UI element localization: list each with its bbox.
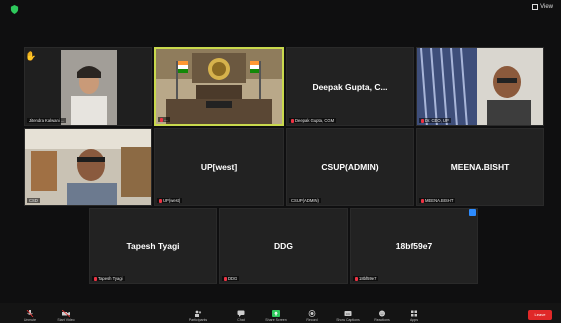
participant-name: UP[west] <box>200 162 238 172</box>
participant-caption: CSUP(ADMIN) <box>289 198 321 203</box>
video-camera-icon <box>62 310 70 317</box>
unmute-button[interactable]: Unmute <box>16 310 44 322</box>
grid-icon <box>532 4 539 10</box>
shield-icon <box>10 5 19 14</box>
reactions-icon <box>379 310 385 317</box>
participant-video <box>417 48 543 125</box>
participant-name: Tapesh Tyagi <box>126 241 180 251</box>
participant-tile-active-speaker[interactable]: ... <box>154 47 284 126</box>
participant-tile[interactable]: 18bf59e7 18bf59e7 <box>350 208 478 284</box>
participant-video <box>25 48 151 125</box>
participant-caption: CSD <box>27 198 40 203</box>
view-button[interactable]: View <box>532 4 553 10</box>
leave-button[interactable]: Leave <box>528 310 552 320</box>
participant-name: 18bf59e7 <box>395 241 433 251</box>
apps-button[interactable]: Apps <box>400 310 428 322</box>
share-screen-button[interactable]: Share Screen <box>262 310 290 322</box>
muted-mic-icon <box>291 118 294 123</box>
participant-caption: DDG <box>222 276 240 281</box>
participant-caption: 18bf59e7 <box>353 276 379 281</box>
muted-mic-icon <box>355 276 358 281</box>
participant-caption: MEENA.BISHT <box>419 198 456 203</box>
participant-video <box>25 129 151 205</box>
participant-tile[interactable]: Dr. CEO, UP <box>416 47 544 126</box>
muted-mic-icon <box>159 198 162 203</box>
reactions-button[interactable]: Reactions <box>368 310 396 322</box>
participants-button[interactable]: Participants <box>184 310 212 322</box>
participant-tile[interactable]: CSD <box>24 128 152 206</box>
participant-tile[interactable]: Tapesh Tyagi Tapesh Tyagi <box>89 208 217 284</box>
participant-caption: Tapesh Tyagi <box>92 276 125 281</box>
participant-tile[interactable]: CSUP(ADMIN) CSUP(ADMIN) <box>286 128 414 206</box>
record-icon <box>308 310 316 317</box>
participant-tile[interactable]: UP[west] UP(west) <box>154 128 284 206</box>
muted-mic-icon <box>94 276 97 281</box>
participant-name: MEENA.BISHT <box>450 162 510 172</box>
microphone-icon <box>26 310 34 317</box>
participant-video <box>156 49 282 124</box>
chat-button[interactable]: Chat <box>227 310 255 322</box>
participant-name: DDG <box>274 241 293 251</box>
muted-mic-icon <box>421 118 424 123</box>
participant-name: Deepak Gupta, C... <box>312 81 388 92</box>
participant-caption: Deepak Gupta, CGM <box>289 118 337 123</box>
meeting-window: View Jitendra Kalwani ... ✋ ... Deepak G… <box>0 0 561 323</box>
participant-caption: Dr. CEO, UP <box>419 118 451 123</box>
record-button[interactable]: Record <box>298 310 326 322</box>
participant-tile[interactable]: DDG DDG <box>219 208 348 284</box>
raised-hand-icon: ✋ <box>25 51 37 61</box>
start-video-button[interactable]: Start Video <box>52 310 80 322</box>
participant-caption: ... <box>158 117 170 122</box>
meeting-toolbar: Unmute Start Video Participants Chat Sha… <box>0 303 561 323</box>
participants-icon <box>195 310 202 317</box>
share-screen-icon <box>272 310 280 317</box>
participant-caption: Jitendra Kalwani ... <box>27 118 67 123</box>
participant-tile[interactable]: MEENA.BISHT MEENA.BISHT <box>416 128 544 206</box>
apps-icon <box>411 310 417 317</box>
chat-icon <box>237 310 245 317</box>
muted-mic-icon <box>421 198 424 203</box>
participant-tile[interactable]: Jitendra Kalwani ... <box>24 47 152 126</box>
video-off-badge-icon <box>469 209 476 216</box>
view-label: View <box>540 4 553 10</box>
muted-mic-icon <box>224 276 227 281</box>
captions-icon: CC <box>344 311 352 316</box>
show-captions-button[interactable]: CC Show Captions <box>334 310 362 322</box>
participant-tile[interactable]: Deepak Gupta, C... Deepak Gupta, CGM <box>286 47 414 126</box>
participant-name: CSUP(ADMIN) <box>321 162 379 172</box>
muted-mic-icon <box>160 117 163 122</box>
participant-caption: UP(west) <box>157 198 183 203</box>
